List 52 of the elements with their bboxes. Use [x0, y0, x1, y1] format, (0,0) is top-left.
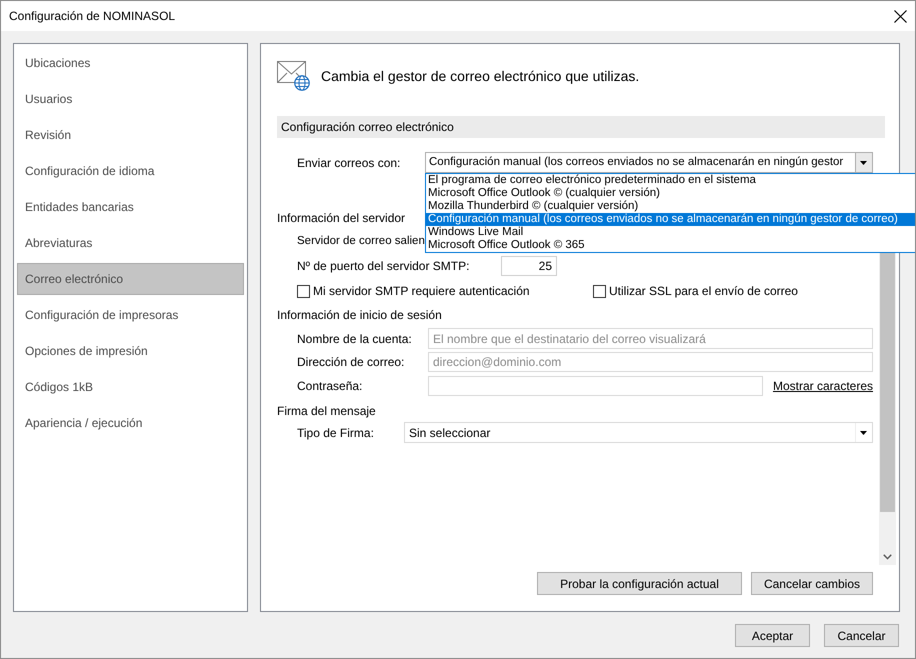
- dropdown-option[interactable]: Configuración manual (los correos enviados no se almacenarán en ningún gestor de correo): [426, 213, 915, 226]
- window-title: Configuración de NOMINASOL: [9, 8, 176, 25]
- email-client-dropdown[interactable]: Configuración manual (los correos enviados no se almacenarán en ningún gestor: [425, 152, 873, 173]
- checkbox-label[interactable]: Utilizar SSL para el envío de correo: [609, 282, 798, 300]
- sidebar-item[interactable]: Apariencia / ejecución: [17, 407, 244, 439]
- group-title: Información del servidor: [277, 210, 406, 227]
- text-input[interactable]: direccion@dominio.com: [428, 352, 873, 372]
- envelope-globe-icon: [277, 61, 310, 91]
- field-label: Nombre de la cuenta:: [297, 330, 413, 348]
- dialog-button[interactable]: Aceptar: [735, 624, 810, 647]
- panel-heading: Cambia el gestor de correo electrónico que utilizas.: [321, 66, 640, 86]
- field-label: Contraseña:: [297, 378, 364, 395]
- show-characters-link[interactable]: Mostrar caracteres: [772, 377, 873, 395]
- action-button[interactable]: Probar la configuración actual: [537, 572, 742, 595]
- text-input[interactable]: [428, 376, 763, 396]
- sidebar-item[interactable]: Usuarios: [17, 83, 244, 115]
- dropdown-option[interactable]: Mozilla Thunderbird © (cualquier versión): [426, 200, 915, 213]
- dropdown-option[interactable]: El programa de correo electrónico predeterminado en el sistema: [426, 174, 915, 187]
- sidebar-item[interactable]: Revisión: [17, 119, 244, 151]
- dropdown-option[interactable]: Microsoft Office Outlook © 365: [426, 239, 915, 252]
- dropdown-option[interactable]: Windows Live Mail: [426, 226, 915, 239]
- sidebar-item[interactable]: Códigos 1kB: [17, 371, 244, 403]
- scroll-down-icon[interactable]: [883, 554, 892, 560]
- sidebar-item[interactable]: Opciones de impresión: [17, 335, 244, 367]
- port-input[interactable]: 25: [501, 256, 557, 276]
- close-icon: [894, 10, 906, 22]
- checkbox[interactable]: [593, 284, 606, 298]
- field-label: Tipo de Firma:: [297, 424, 375, 442]
- dropdown-option[interactable]: Microsoft Office Outlook © (cualquier versión): [426, 187, 915, 200]
- section-header: Configuración correo electrónico: [277, 116, 885, 138]
- group-title: Firma del mensaje: [277, 403, 376, 420]
- sidebar-item[interactable]: Entidades bancarias: [17, 191, 244, 223]
- field-label: Dirección de correo:: [297, 354, 406, 371]
- sidebar-item[interactable]: Configuración de idioma: [17, 155, 244, 187]
- dialog-button[interactable]: Cancelar: [824, 624, 899, 647]
- scrollbar-thumb[interactable]: [880, 253, 895, 512]
- field-label: Servidor de correo salien: [297, 234, 425, 250]
- sidebar-item[interactable]: Configuración de impresoras: [17, 299, 244, 331]
- text-input[interactable]: El nombre que el destinatario del correo visualizará: [428, 328, 873, 349]
- sidebar-item[interactable]: Ubicaciones: [17, 47, 244, 79]
- scrollbar[interactable]: [879, 253, 896, 565]
- caret-icon[interactable]: [855, 153, 872, 172]
- action-button[interactable]: Cancelar cambios: [751, 572, 873, 595]
- sidebar-item[interactable]: Abreviaturas: [17, 227, 244, 259]
- close-button[interactable]: [893, 9, 907, 23]
- checkbox-label[interactable]: Mi servidor SMTP requiere autenticación: [313, 282, 530, 300]
- checkbox[interactable]: [297, 284, 310, 298]
- signature-type-dropdown[interactable]: Sin seleccionar: [404, 422, 873, 443]
- field-label: Nº de puerto del servidor SMTP:: [297, 258, 470, 275]
- sidebar-item[interactable]: Correo electrónico: [17, 263, 244, 295]
- group-title: Información de inicio de sesión: [277, 307, 442, 324]
- field-label: Enviar correos con:: [297, 154, 402, 172]
